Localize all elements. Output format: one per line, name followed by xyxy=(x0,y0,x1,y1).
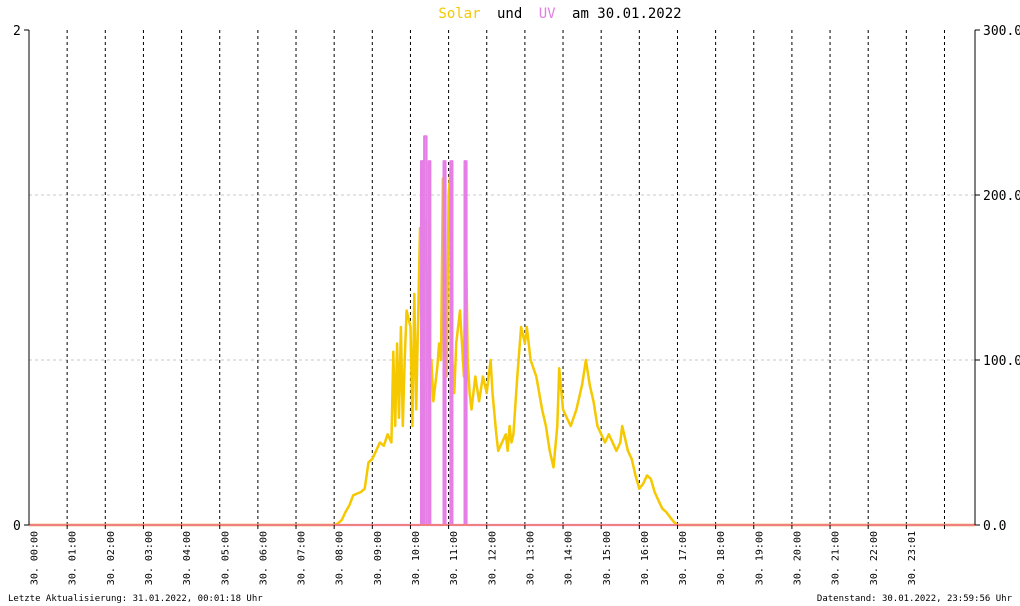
chart-title: Solar und UV am 30.01.2022 xyxy=(438,6,681,22)
y-right-tick-label: 0.0 xyxy=(983,519,1006,534)
footer-data-status: Datenstand: 30.01.2022, 23:59:56 Uhr xyxy=(817,594,1013,604)
x-tick-label: 30. 15:00 xyxy=(602,531,613,585)
x-tick-label: 30. 06:00 xyxy=(258,531,269,585)
x-tick-label: 30. 11:00 xyxy=(449,531,460,585)
x-tick-label: 30. 12:00 xyxy=(487,531,498,585)
x-tick-label: 30. 19:00 xyxy=(754,531,765,585)
x-tick-label: 30. 22:00 xyxy=(869,531,880,585)
x-tick-label: 30. 16:00 xyxy=(640,531,651,585)
x-tick-label: 30. 04:00 xyxy=(182,531,193,585)
x-tick-label: 30. 05:00 xyxy=(220,531,231,585)
x-tick-label: 30. 20:00 xyxy=(792,531,803,585)
x-tick-label: 30. 13:00 xyxy=(525,531,536,585)
solar-uv-chart: Solar und UV am 30.01.2022 0 2 0.0 100.0 200… xyxy=(8,6,1020,604)
title-date: am 30.01.2022 xyxy=(572,6,682,22)
x-tick-label: 30. 09:00 xyxy=(373,531,384,585)
y-right-tick-label: 200.0 xyxy=(983,189,1020,204)
x-tick-label: 30. 18:00 xyxy=(716,531,727,585)
x-tick-label: 30. 14:00 xyxy=(564,531,575,585)
y-right-tick-label: 300.0 xyxy=(983,24,1020,39)
title-solar: Solar xyxy=(438,6,480,22)
y-right-tick-label: 100.0 xyxy=(983,354,1020,369)
y-left-tick-label: 2 xyxy=(13,24,21,39)
title-und: und xyxy=(497,6,522,22)
x-tick-label: 30. 23:01 xyxy=(907,531,918,585)
x-tick-label: 30. 17:00 xyxy=(678,531,689,585)
x-tick-label: 30. 01:00 xyxy=(68,531,79,585)
axes xyxy=(24,29,980,529)
x-tick-label: 30. 21:00 xyxy=(831,531,842,585)
x-tick-label: 30. 07:00 xyxy=(297,531,308,585)
footer-last-update: Letzte Aktualisierung: 31.01.2022, 00:01… xyxy=(8,594,263,604)
x-tick-label: 30. 10:00 xyxy=(411,531,422,585)
title-uv: UV xyxy=(539,6,556,22)
x-tick-label: 30. 00:00 xyxy=(30,531,41,585)
x-tick-label: 30. 03:00 xyxy=(144,531,155,585)
series-line-solar xyxy=(29,169,975,527)
x-tick-label: 30. 02:00 xyxy=(106,531,117,585)
y-left-tick-label: 0 xyxy=(13,519,21,534)
grid xyxy=(29,30,975,525)
tick-labels: 0 2 0.0 100.0 200.0 300.0 30. 00:00 30. 01:00 30… xyxy=(13,24,1020,585)
x-tick-label: 30. 08:00 xyxy=(335,531,346,585)
